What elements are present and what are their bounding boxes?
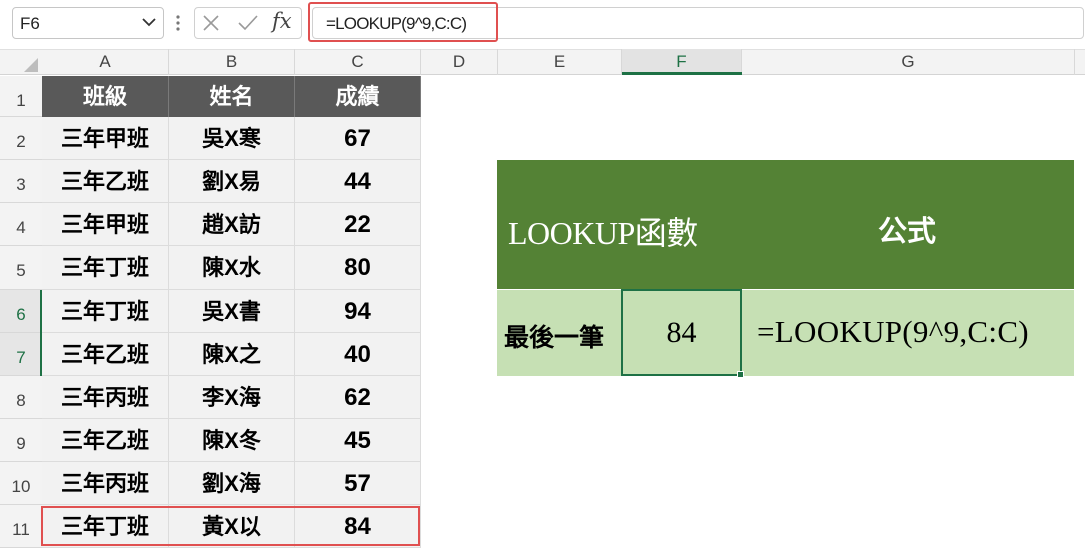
cell-score[interactable]: 94 — [295, 290, 421, 333]
cell-class[interactable]: 三年甲班 — [42, 203, 169, 246]
header-cell-name[interactable]: 姓名 — [169, 76, 295, 117]
cell-class[interactable]: 三年乙班 — [42, 333, 169, 376]
cell-score[interactable]: 80 — [295, 246, 421, 290]
column-header-b[interactable]: B — [169, 49, 295, 75]
chevron-down-icon[interactable] — [140, 12, 158, 32]
more-options-icon[interactable] — [174, 12, 182, 34]
cell-name[interactable]: 陳X之 — [169, 333, 295, 376]
cell-score[interactable]: 62 — [295, 376, 421, 419]
panel-label-last-entry: 最後一筆 — [504, 324, 605, 352]
panel-header-formula: 公式 — [878, 216, 937, 248]
column-header-g[interactable]: G — [742, 49, 1075, 75]
row-header-10[interactable]: 10 — [0, 462, 42, 505]
cell-class[interactable]: 三年甲班 — [42, 117, 169, 160]
cell-name[interactable]: 吳X書 — [169, 290, 295, 333]
row-header-1[interactable]: 1 — [0, 76, 42, 117]
name-box-value: F6 — [20, 14, 40, 33]
column-header-c[interactable]: C — [295, 49, 421, 75]
check-icon[interactable] — [236, 12, 260, 34]
cell-name[interactable]: 劉X易 — [169, 160, 295, 203]
cell-score[interactable]: 22 — [295, 203, 421, 246]
select-all-corner[interactable] — [24, 58, 38, 72]
row-header-3[interactable]: 3 — [0, 160, 42, 203]
column-header-d[interactable]: D — [421, 49, 498, 75]
cell-name[interactable]: 陳X水 — [169, 246, 295, 290]
row-header-6[interactable]: 6 — [0, 290, 42, 333]
cell-class[interactable]: 三年丁班 — [42, 290, 169, 333]
cell-score[interactable]: 57 — [295, 462, 421, 505]
cell-score[interactable]: 45 — [295, 419, 421, 462]
row-header-4[interactable]: 4 — [0, 203, 42, 246]
column-header-a[interactable]: A — [42, 49, 169, 75]
row-header-7[interactable]: 7 — [0, 333, 42, 376]
row-header-5[interactable]: 5 — [0, 246, 42, 290]
cell-name[interactable]: 李X海 — [169, 376, 295, 419]
formula-highlight-box — [308, 2, 498, 42]
cell-class[interactable]: 三年丙班 — [42, 376, 169, 419]
cell-class[interactable]: 三年乙班 — [42, 160, 169, 203]
insert-function-icon[interactable]: fx — [272, 9, 292, 33]
panel-formula-text: =LOOKUP(9^9,C:C) — [757, 314, 1029, 349]
cell-class[interactable]: 三年乙班 — [42, 419, 169, 462]
panel-header-function: LOOKUP函數 — [508, 215, 698, 251]
selected-column-indicator — [622, 72, 742, 75]
row-header-8[interactable]: 8 — [0, 376, 42, 419]
cell-class[interactable]: 三年丁班 — [42, 246, 169, 290]
last-row-highlight-box — [41, 506, 420, 546]
cell-class[interactable]: 三年丙班 — [42, 462, 169, 505]
row-header-11[interactable]: 11 — [0, 505, 42, 548]
cell-score[interactable]: 67 — [295, 117, 421, 160]
column-header-e[interactable]: E — [498, 49, 622, 75]
cell-name[interactable]: 吳X寒 — [169, 117, 295, 160]
cell-score[interactable]: 44 — [295, 160, 421, 203]
header-cell-class[interactable]: 班級 — [42, 76, 169, 117]
row-header-2[interactable]: 2 — [0, 117, 42, 160]
fill-handle[interactable] — [737, 371, 744, 378]
cancel-icon[interactable] — [200, 12, 222, 34]
row-header-9[interactable]: 9 — [0, 419, 42, 462]
cell-name[interactable]: 劉X海 — [169, 462, 295, 505]
panel-result-value: 84 — [666, 316, 697, 349]
cell-score[interactable]: 40 — [295, 333, 421, 376]
cell-name[interactable]: 趙X訪 — [169, 203, 295, 246]
header-cell-score[interactable]: 成績 — [295, 76, 421, 117]
cell-name[interactable]: 陳X冬 — [169, 419, 295, 462]
